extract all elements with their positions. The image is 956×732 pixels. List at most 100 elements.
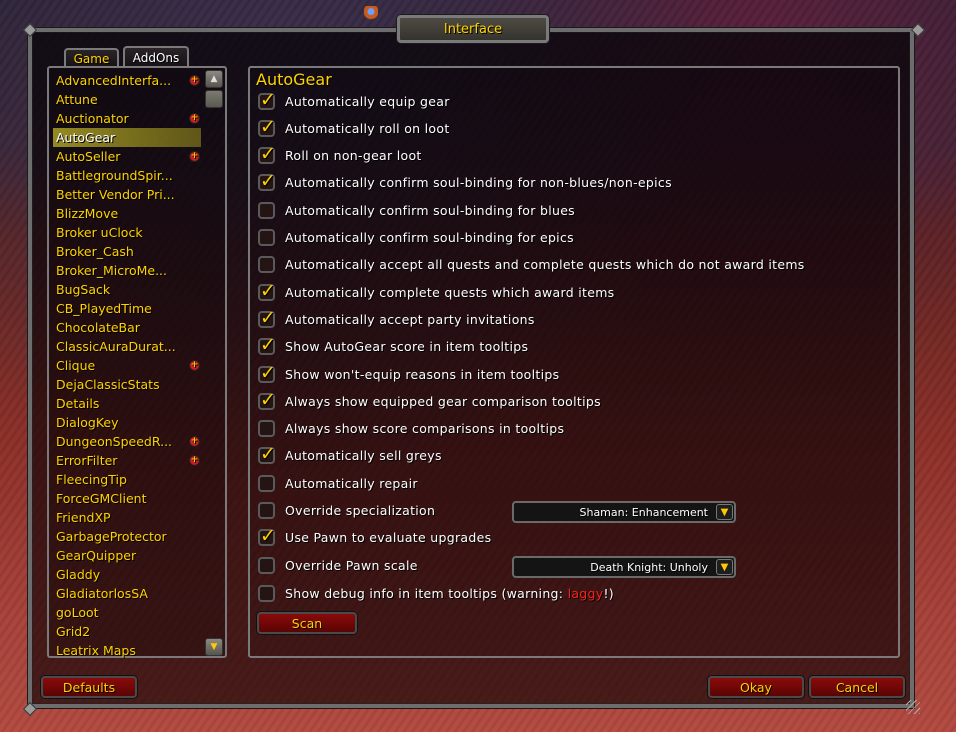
- addon-list-item[interactable]: ClassicAuraDurat...: [53, 337, 201, 356]
- addon-list-item[interactable]: GearQuipper: [53, 546, 201, 565]
- checkbox-checked[interactable]: [258, 362, 276, 384]
- tab-addons[interactable]: AddOns: [123, 46, 189, 68]
- checkbox-unchecked[interactable]: [258, 229, 275, 246]
- addon-list-item[interactable]: GladiatorlosSA: [53, 584, 201, 603]
- addon-list-item[interactable]: ForceGMClient: [53, 489, 201, 508]
- addon-name: Attune: [56, 92, 98, 107]
- option-label: Override Pawn scale: [285, 557, 418, 573]
- checkbox-checked[interactable]: [258, 280, 276, 302]
- option-row[interactable]: Automatically roll on loot: [258, 116, 450, 138]
- scroll-up-button[interactable]: ▲: [205, 70, 223, 88]
- scrollbar-thumb[interactable]: [205, 90, 223, 108]
- option-row[interactable]: Always show score comparisons in tooltip…: [258, 419, 564, 439]
- addon-list-item[interactable]: DungeonSpeedR... +: [53, 432, 201, 451]
- addon-name: Broker uClock: [56, 225, 143, 240]
- scan-button[interactable]: Scan: [257, 612, 357, 634]
- addon-list-item[interactable]: GarbageProtector: [53, 527, 201, 546]
- checkbox-unchecked[interactable]: [258, 474, 275, 492]
- option-label: Automatically accept all quests and comp…: [285, 257, 805, 273]
- option-row[interactable]: Override Pawn scale: [258, 555, 418, 575]
- option-row[interactable]: Automatically confirm soul-binding for e…: [258, 228, 574, 248]
- addon-list-item[interactable]: Broker_Cash: [53, 242, 201, 261]
- addon-name: AutoSeller: [56, 149, 121, 164]
- checkbox-checked[interactable]: [258, 143, 276, 165]
- checkbox-checked[interactable]: [258, 443, 276, 465]
- checkbox-checked[interactable]: [258, 525, 276, 547]
- addon-list-item[interactable]: Gladdy: [53, 565, 201, 584]
- checkbox-unchecked[interactable]: [258, 420, 275, 438]
- addon-list-item[interactable]: AutoSeller +: [53, 147, 201, 166]
- chevron-down-icon[interactable]: ▼: [716, 559, 733, 575]
- option-row[interactable]: Automatically complete quests which awar…: [258, 280, 615, 302]
- option-row[interactable]: Automatically confirm soul-binding for b…: [258, 200, 575, 220]
- defaults-button[interactable]: Defaults: [41, 676, 137, 698]
- expand-plus-icon[interactable]: +: [189, 360, 200, 371]
- checkbox-checked[interactable]: [258, 170, 276, 192]
- option-row[interactable]: Always show equipped gear comparison too…: [258, 389, 601, 411]
- addon-list-item[interactable]: BugSack: [53, 280, 201, 299]
- addon-list-item[interactable]: Attune: [53, 90, 201, 109]
- expand-plus-icon[interactable]: +: [189, 151, 200, 162]
- expand-plus-icon[interactable]: +: [189, 455, 200, 466]
- addon-list-item[interactable]: Leatrix Maps: [53, 641, 201, 660]
- chevron-down-icon[interactable]: ▼: [716, 504, 733, 520]
- checkbox-unchecked[interactable]: [258, 502, 275, 519]
- addon-list-item[interactable]: BattlegroundSpir...: [53, 166, 201, 185]
- checkbox-checked[interactable]: [258, 389, 276, 411]
- addon-name: ForceGMClient: [56, 491, 147, 506]
- specialization-dropdown[interactable]: Shaman: Enhancement ▼: [512, 501, 736, 523]
- addon-list-item[interactable]: goLoot: [53, 603, 201, 622]
- addon-name: FriendXP: [56, 510, 111, 525]
- option-debug-info[interactable]: Show debug info in item tooltips (warnin…: [258, 583, 614, 603]
- option-row[interactable]: Automatically equip gear: [258, 89, 450, 111]
- expand-plus-icon[interactable]: +: [189, 113, 200, 124]
- option-row[interactable]: Automatically accept all quests and comp…: [258, 255, 805, 275]
- addon-list-item[interactable]: Better Vendor Pri...: [53, 185, 201, 204]
- addon-list-item[interactable]: CB_PlayedTime: [53, 299, 201, 318]
- addon-list-item[interactable]: ErrorFilter +: [53, 451, 201, 470]
- addon-list-item[interactable]: FriendXP: [53, 508, 201, 527]
- checkbox-checked[interactable]: [258, 116, 276, 138]
- addon-list-item[interactable]: Details: [53, 394, 201, 413]
- addon-list-item[interactable]: Auctionator +: [53, 109, 201, 128]
- option-row[interactable]: Show won't-equip reasons in item tooltip…: [258, 362, 559, 384]
- addon-list-item[interactable]: DejaClassicStats: [53, 375, 201, 394]
- option-row[interactable]: Automatically repair: [258, 473, 418, 493]
- addon-list-item[interactable]: Broker uClock: [53, 223, 201, 242]
- addon-list-item[interactable]: AdvancedInterfa... +: [53, 71, 201, 90]
- option-row[interactable]: Roll on non-gear loot: [258, 143, 422, 166]
- checkbox-checked[interactable]: [258, 334, 276, 356]
- option-row[interactable]: Automatically sell greys: [258, 443, 442, 466]
- option-row[interactable]: Override specialization: [258, 501, 435, 521]
- addon-list-item[interactable]: AutoGear: [53, 128, 201, 147]
- expand-plus-icon[interactable]: +: [189, 436, 200, 447]
- option-row[interactable]: Automatically accept party invitations: [258, 307, 535, 329]
- option-row[interactable]: Automatically confirm soul-binding for n…: [258, 170, 672, 193]
- addon-list-item[interactable]: Grid2: [53, 622, 201, 641]
- checkbox-checked[interactable]: [258, 89, 276, 111]
- checkbox-unchecked[interactable]: [258, 201, 275, 219]
- checkbox-unchecked[interactable]: [258, 556, 275, 574]
- addon-list-item[interactable]: DialogKey: [53, 413, 201, 432]
- checkbox[interactable]: [258, 584, 275, 602]
- resize-grip-icon[interactable]: [906, 700, 920, 714]
- tab-game[interactable]: Game: [64, 48, 119, 68]
- okay-button[interactable]: Okay: [708, 676, 804, 698]
- checkbox-checked[interactable]: [258, 307, 276, 329]
- addon-list-item[interactable]: FleecingTip: [53, 470, 201, 489]
- cancel-button[interactable]: Cancel: [809, 676, 905, 698]
- option-label: Automatically confirm soul-binding for e…: [285, 230, 574, 245]
- option-row[interactable]: Show AutoGear score in item tooltips: [258, 334, 528, 357]
- addon-list-item[interactable]: ChocolateBar: [53, 318, 201, 337]
- scroll-down-button[interactable]: ▼: [205, 638, 223, 656]
- option-row[interactable]: Use Pawn to evaluate upgrades: [258, 525, 491, 548]
- addon-name: Details: [56, 396, 100, 411]
- addon-name: Broker_MicroMe...: [56, 263, 167, 278]
- window-title-bar[interactable]: Interface: [397, 15, 549, 43]
- addon-list-item[interactable]: BlizzMove: [53, 204, 201, 223]
- addon-list-item[interactable]: Broker_MicroMe...: [53, 261, 201, 280]
- pawn-scale-dropdown[interactable]: Death Knight: Unholy ▼: [512, 556, 736, 578]
- checkbox-unchecked[interactable]: [258, 256, 275, 274]
- expand-plus-icon[interactable]: +: [189, 75, 200, 86]
- addon-list-item[interactable]: Clique +: [53, 356, 201, 375]
